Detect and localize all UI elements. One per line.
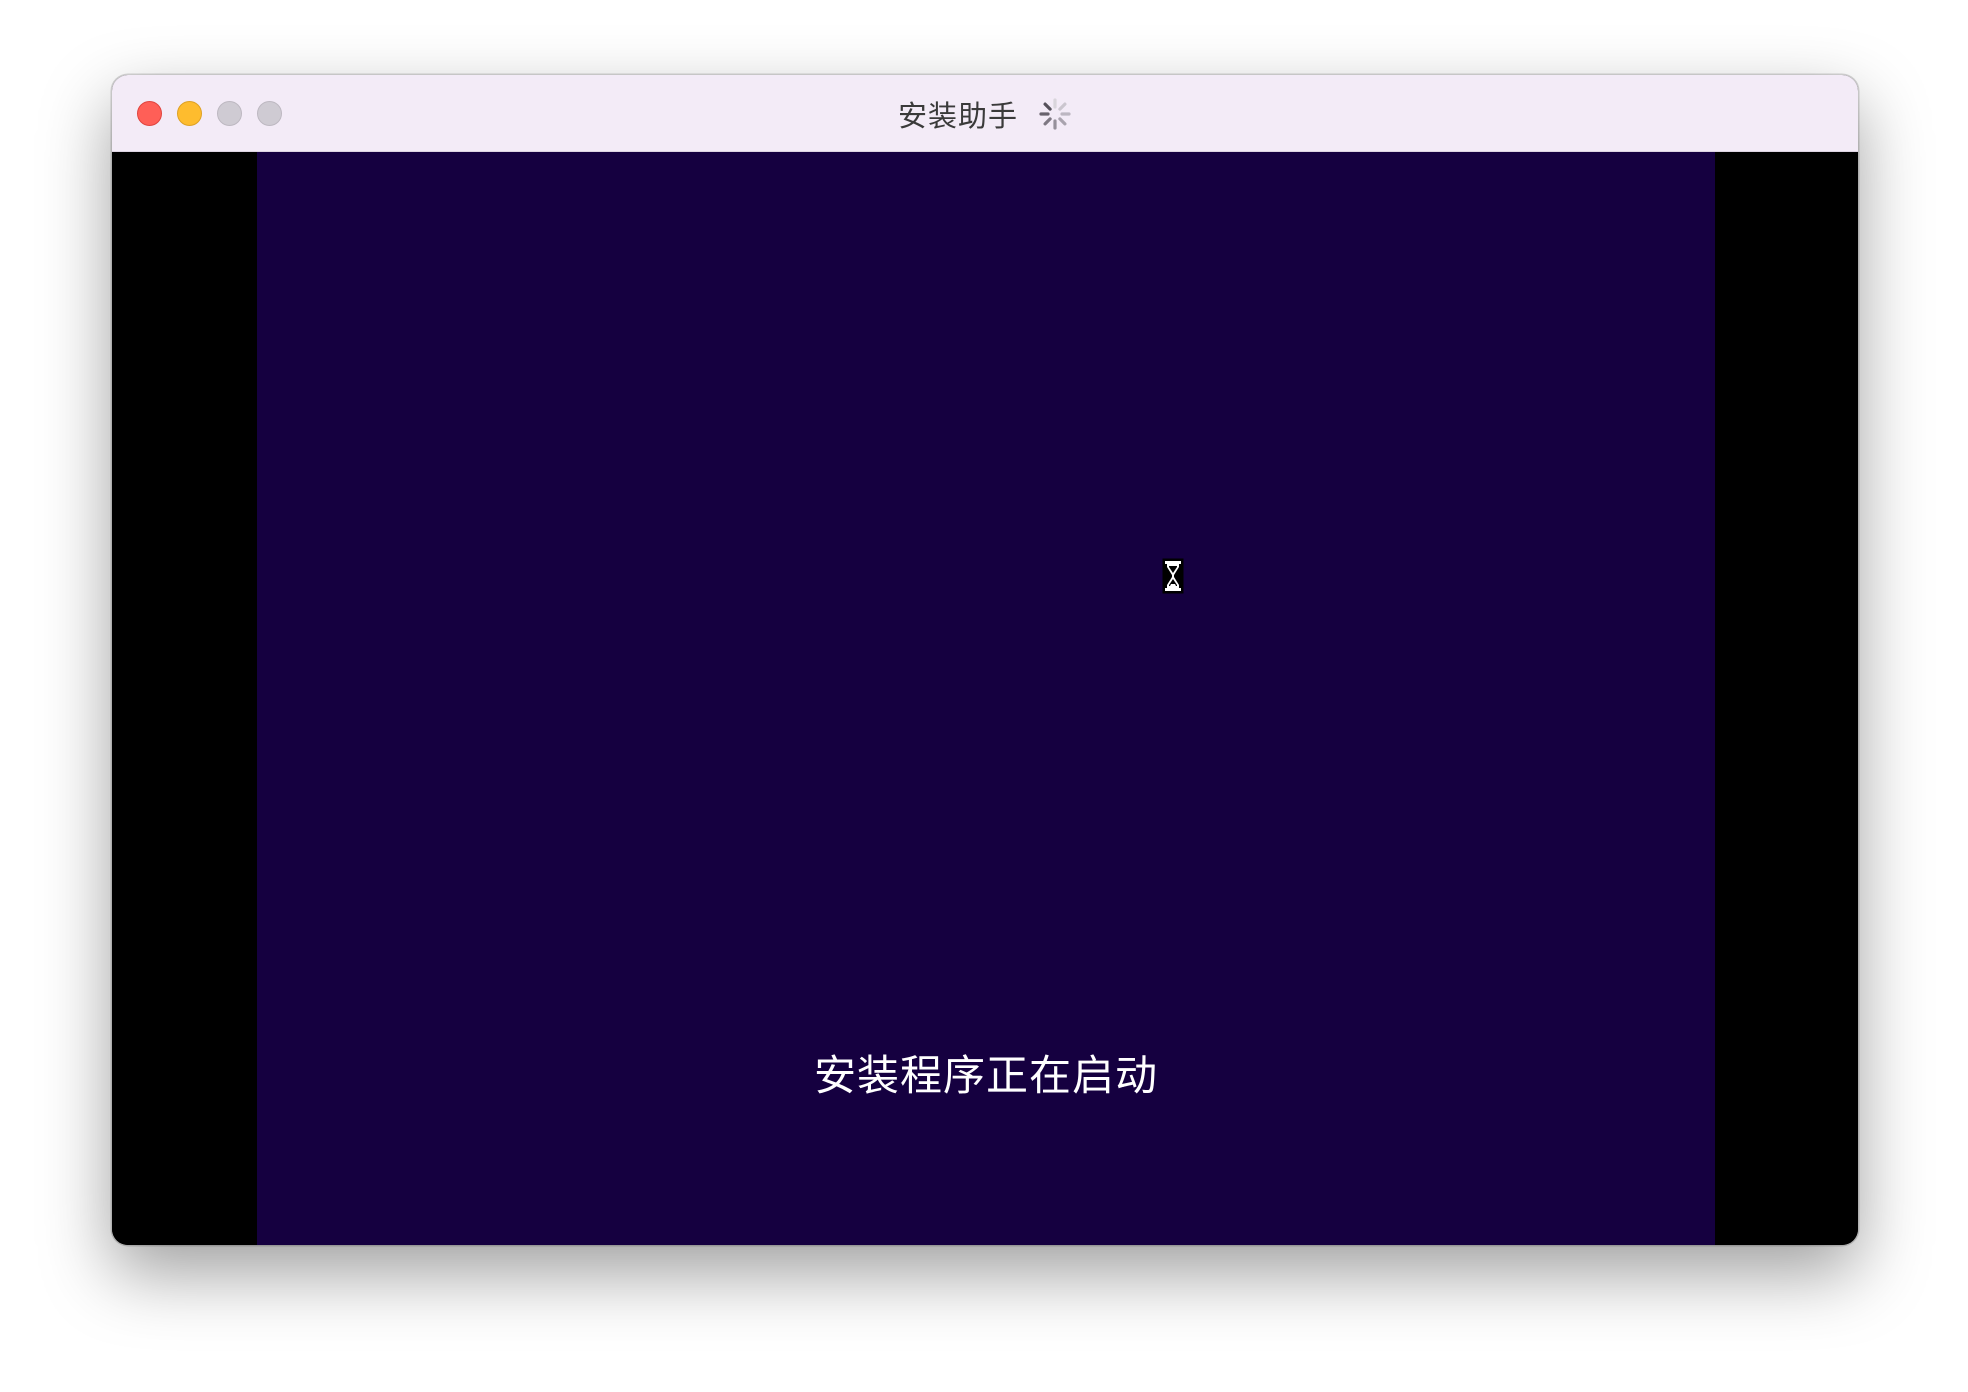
setup-status-text: 安装程序正在启动: [813, 1051, 1158, 1100]
title-bar[interactable]: 安装助手: [112, 75, 1858, 152]
hourglass-icon: [1162, 558, 1184, 594]
installer-window: 安装助手 安装程序正在启动: [112, 75, 1858, 1245]
vm-display[interactable]: 安装程序正在启动: [112, 152, 1858, 1245]
window-title: 安装助手: [897, 98, 1018, 133]
title-group: 安装助手: [112, 75, 1858, 152]
setup-screen[interactable]: 安装程序正在启动: [257, 152, 1715, 1245]
spinner-icon: [1039, 97, 1071, 130]
